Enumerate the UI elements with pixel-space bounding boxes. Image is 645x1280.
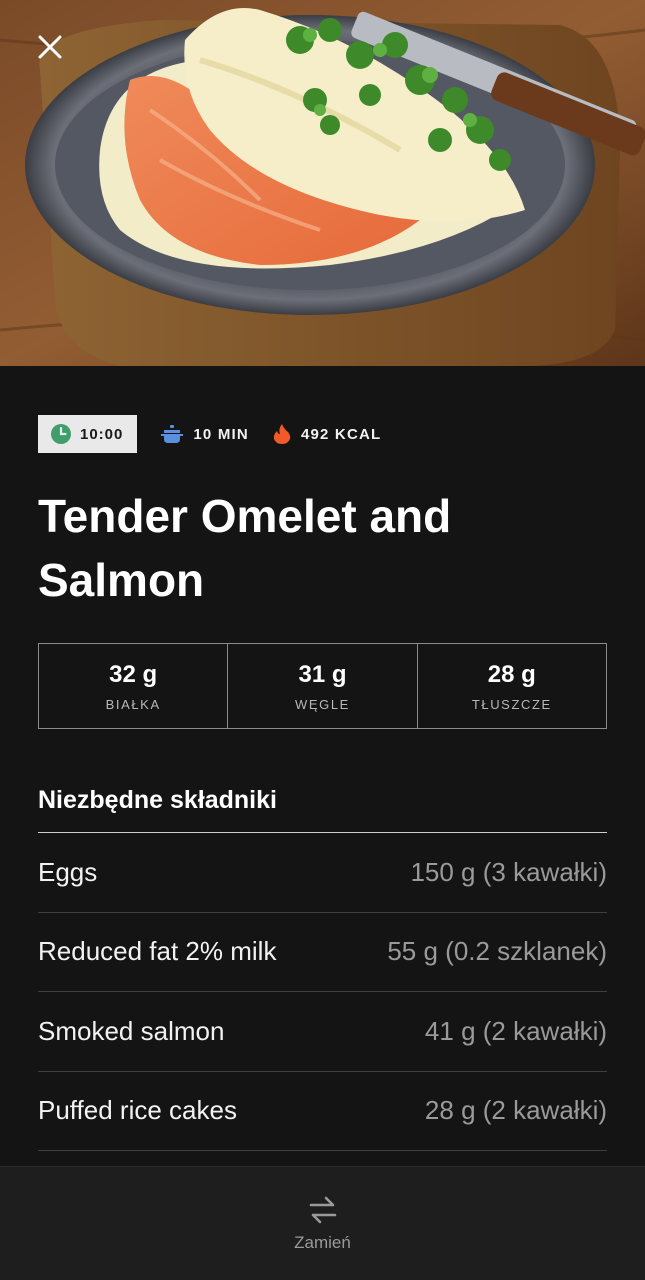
- macro-label: TŁUSZCZE: [471, 696, 552, 712]
- duration: 10 MIN: [161, 424, 249, 444]
- swap-label: Zamień: [294, 1232, 351, 1252]
- macro-label: WĘGLE: [295, 696, 350, 712]
- calories-label: 492 KCAL: [300, 425, 382, 443]
- close-button[interactable]: [30, 27, 70, 67]
- ingredients-list: Eggs 150 g (3 kawałki) Reduced fat 2% mi…: [38, 832, 607, 1151]
- bottom-action-bar: Zamień: [0, 1166, 645, 1280]
- ingredient-row[interactable]: Eggs 150 g (3 kawałki): [38, 833, 607, 913]
- macro-value: 32 g: [109, 660, 158, 688]
- ingredients-title: Niezbędne składniki: [38, 786, 277, 814]
- macro-fat: 28 g TŁUSZCZE: [416, 644, 606, 728]
- macro-value: 31 g: [298, 660, 347, 688]
- ingredient-row[interactable]: Reduced fat 2% milk 55 g (0.2 szklanek): [38, 913, 607, 992]
- swap-button[interactable]: Zamień: [294, 1195, 351, 1253]
- clock-icon: [50, 423, 72, 445]
- recipe-title: Tender Omelet and Salmon: [38, 490, 452, 606]
- macro-label: BIAŁKA: [105, 696, 161, 712]
- ingredient-name: Eggs: [38, 856, 98, 887]
- ingredient-amount: 28 g (2 kawałki): [424, 1095, 607, 1126]
- meal-time-badge[interactable]: 10:00: [38, 415, 138, 453]
- duration-label: 10 MIN: [193, 425, 249, 443]
- flame-icon: [273, 423, 291, 445]
- ingredient-amount: 150 g (3 kawałki): [410, 856, 607, 887]
- ingredient-amount: 41 g (2 kawałki): [424, 1015, 607, 1046]
- ingredient-name: Smoked salmon: [38, 1015, 225, 1046]
- macro-protein: 32 g BIAŁKA: [39, 644, 227, 728]
- pot-icon: [161, 424, 184, 444]
- ingredient-row[interactable]: Puffed rice cakes 28 g (2 kawałki): [38, 1072, 607, 1151]
- swap-arrows-icon: [309, 1196, 336, 1223]
- recipe-hero-image: [0, 0, 645, 366]
- ingredient-row[interactable]: Smoked salmon 41 g (2 kawałki): [38, 992, 607, 1072]
- calories: 492 KCAL: [273, 423, 381, 445]
- ingredient-name: Reduced fat 2% milk: [38, 936, 277, 967]
- recipe-details: 10:00 10 MIN 492 KCAL Tender Omelet and …: [0, 366, 645, 1166]
- close-icon: [38, 35, 62, 59]
- ingredient-amount: 55 g (0.2 szklanek): [387, 936, 607, 967]
- ingredient-name: Puffed rice cakes: [38, 1095, 237, 1126]
- meal-time: 10:00: [80, 425, 124, 443]
- recipe-meta: 10:00 10 MIN 492 KCAL: [38, 415, 381, 453]
- macro-value: 28 g: [487, 660, 536, 688]
- macros-table: 32 g BIAŁKA 31 g WĘGLE 28 g TŁUSZCZE: [38, 643, 607, 729]
- macro-carbs: 31 g WĘGLE: [227, 644, 416, 728]
